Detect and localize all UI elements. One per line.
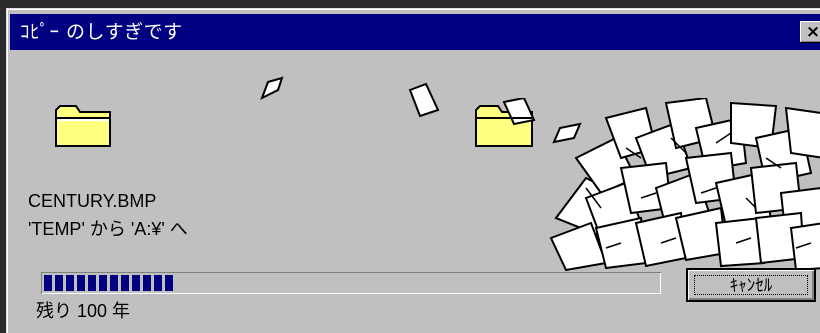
progress-bar	[41, 272, 661, 294]
source-folder-icon	[55, 105, 111, 147]
progress-segment	[154, 275, 162, 291]
flying-paper-icon	[260, 76, 284, 101]
progress-segment	[132, 275, 140, 291]
progress-segment	[66, 275, 74, 291]
progress-segment	[77, 275, 85, 291]
flying-paper-icon	[408, 82, 440, 118]
cancel-button[interactable]: ｷｬﾝｾﾙ	[686, 268, 816, 302]
close-icon: ×	[805, 22, 820, 42]
time-remaining-label: 残り 100 年	[36, 301, 131, 321]
progress-segment	[121, 275, 129, 291]
progress-segment	[55, 275, 63, 291]
progress-segment	[99, 275, 107, 291]
progress-fill	[44, 275, 173, 291]
file-name-label: CENTURY.BMP	[28, 191, 157, 211]
title-bar[interactable]: ｺﾋﾟｰ のしすぎです ×	[10, 14, 820, 50]
paper-pile-icon	[549, 98, 820, 272]
progress-segment	[110, 275, 118, 291]
progress-segment	[44, 275, 52, 291]
copy-dialog: ｺﾋﾟｰ のしすぎです × CENTURY.BMP 'TEMP' から 'A:¥…	[6, 8, 820, 333]
progress-segment	[165, 275, 173, 291]
progress-segment	[88, 275, 96, 291]
copy-route-label: 'TEMP' から 'A:¥' へ	[28, 219, 188, 239]
progress-segment	[143, 275, 151, 291]
cancel-button-label: ｷｬﾝｾﾙ	[694, 275, 808, 296]
destination-folder-icon	[475, 98, 536, 147]
dialog-title: ｺﾋﾟｰ のしすぎです	[20, 21, 183, 43]
close-button[interactable]: ×	[800, 21, 820, 43]
